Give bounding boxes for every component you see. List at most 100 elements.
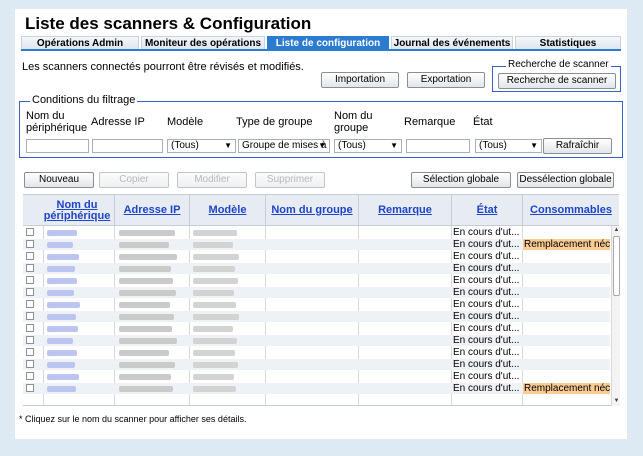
table-row[interactable]: En cours d'ut... xyxy=(23,371,610,382)
device-name-link[interactable] xyxy=(47,302,80,308)
table-row[interactable]: En cours d'ut... xyxy=(23,335,610,346)
device-name-link[interactable] xyxy=(47,290,74,296)
state-cell: En cours d'ut... xyxy=(453,371,520,382)
export-button[interactable]: Exportation xyxy=(407,72,485,88)
delete-button[interactable]: Supprimer xyxy=(255,172,325,188)
remark-input[interactable] xyxy=(406,139,470,153)
consumables-cell xyxy=(523,251,610,262)
column-header-state[interactable]: État xyxy=(452,195,522,226)
chevron-down-icon: ▼ xyxy=(530,141,538,150)
consumables-cell xyxy=(523,275,610,286)
table-row[interactable]: En cours d'ut... xyxy=(23,299,610,310)
row-checkbox[interactable] xyxy=(26,288,34,296)
model-cell xyxy=(193,374,234,380)
refresh-button[interactable]: Rafraîchir xyxy=(543,138,612,154)
row-checkbox[interactable] xyxy=(26,240,34,248)
row-checkbox[interactable] xyxy=(26,252,34,260)
row-checkbox[interactable] xyxy=(26,264,34,272)
state-select-value: (Tous) xyxy=(479,140,507,151)
device-name-link[interactable] xyxy=(47,266,75,272)
column-header-remark[interactable]: Remarque xyxy=(359,195,451,226)
table-row[interactable]: En cours d'ut... xyxy=(23,287,610,298)
state-select[interactable]: (Tous) ▼ xyxy=(475,139,542,153)
tab-event-log[interactable]: Journal des événements xyxy=(391,36,513,49)
device-name-link[interactable] xyxy=(47,374,79,380)
device-name-input[interactable] xyxy=(26,139,89,153)
tab-operations-monitor[interactable]: Moniteur des opérations xyxy=(141,36,265,49)
table-row[interactable]: En cours d'ut... xyxy=(23,347,610,358)
column-header-model[interactable]: Modèle xyxy=(190,195,265,226)
model-cell xyxy=(193,290,234,296)
scroll-down-icon[interactable]: ▼ xyxy=(612,397,621,406)
row-checkbox[interactable] xyxy=(26,312,34,320)
device-name-link[interactable] xyxy=(47,254,79,260)
table-row[interactable]: En cours d'ut... xyxy=(23,323,610,334)
scrollbar-thumb[interactable] xyxy=(613,236,620,296)
tab-configuration-list[interactable]: Liste de configuration xyxy=(267,36,389,49)
column-header-ip[interactable]: Adresse IP xyxy=(115,195,189,226)
ip-address-input[interactable] xyxy=(92,139,163,153)
row-checkbox[interactable] xyxy=(26,228,34,236)
row-checkbox[interactable] xyxy=(26,324,34,332)
filter-label-model: Modèle xyxy=(167,116,204,128)
import-button[interactable]: Importation xyxy=(321,72,399,88)
filter-label-state: État xyxy=(473,116,493,128)
row-checkbox[interactable] xyxy=(26,384,34,392)
table-row[interactable]: En cours d'ut... xyxy=(23,359,610,370)
column-header-group-name[interactable]: Nom du groupe xyxy=(266,195,358,226)
scroll-up-icon[interactable]: ▲ xyxy=(612,226,621,235)
search-scanner-button[interactable]: Recherche de scanner xyxy=(498,73,616,89)
group-type-select[interactable]: Groupe de mises à ▼ xyxy=(238,139,330,153)
row-checkbox[interactable] xyxy=(26,336,34,344)
column-header-device-name[interactable]: Nom du périphérique xyxy=(43,195,111,226)
tab-statistics[interactable]: Statistiques xyxy=(515,36,621,49)
ip-address-cell xyxy=(119,362,175,368)
tab-admin-operations[interactable]: Opérations Admin xyxy=(21,36,139,49)
model-cell xyxy=(193,242,233,248)
device-name-link[interactable] xyxy=(47,278,77,284)
consumables-cell xyxy=(523,347,610,358)
group-name-select[interactable]: (Tous) ▼ xyxy=(334,139,402,153)
copy-button[interactable]: Copier xyxy=(99,172,169,188)
row-checkbox[interactable] xyxy=(26,300,34,308)
table-scrollbar[interactable]: ▲ ▼ xyxy=(611,226,620,406)
device-name-link[interactable] xyxy=(47,386,76,392)
deselect-all-button[interactable]: Dessélection globale xyxy=(517,172,614,188)
model-cell xyxy=(193,326,233,332)
row-checkbox[interactable] xyxy=(26,372,34,380)
filter-label-group-name: Nom du groupe xyxy=(334,110,373,134)
row-checkbox[interactable] xyxy=(26,360,34,368)
table-row[interactable]: En cours d'ut... xyxy=(23,227,610,238)
column-header-consumables[interactable]: Consommables xyxy=(523,195,619,226)
ip-address-cell xyxy=(119,266,171,272)
row-checkbox[interactable] xyxy=(26,276,34,284)
device-name-link[interactable] xyxy=(47,242,73,248)
device-name-link[interactable] xyxy=(47,362,75,368)
state-cell: En cours d'ut... xyxy=(453,275,520,286)
table-body: En cours d'ut... En cours d'ut... Remplace… xyxy=(23,226,619,406)
table-row[interactable]: En cours d'ut... xyxy=(23,311,610,322)
table-row[interactable]: En cours d'ut... xyxy=(23,251,610,262)
device-name-link[interactable] xyxy=(47,314,76,320)
device-name-link[interactable] xyxy=(47,350,77,356)
model-select[interactable]: (Tous) ▼ xyxy=(167,139,236,153)
row-checkbox[interactable] xyxy=(26,348,34,356)
table-row[interactable]: En cours d'ut... xyxy=(23,275,610,286)
table-row[interactable]: En cours d'ut... xyxy=(23,263,610,274)
select-all-button[interactable]: Sélection globale xyxy=(411,172,511,188)
group-type-select-value: Groupe de mises à xyxy=(242,140,327,151)
table-row[interactable]: En cours d'ut... Remplacement néc... xyxy=(23,383,610,394)
device-name-link[interactable] xyxy=(47,326,78,332)
ip-address-cell xyxy=(119,314,174,320)
modify-button[interactable]: Modifier xyxy=(177,172,247,188)
table-header: Nom du périphérique Adresse IP Modèle No… xyxy=(23,194,619,226)
state-cell: En cours d'ut... xyxy=(453,263,520,274)
state-cell: En cours d'ut... xyxy=(453,239,520,250)
state-cell: En cours d'ut... xyxy=(453,383,520,394)
filter-legend: Conditions du filtrage xyxy=(30,94,138,106)
state-cell: En cours d'ut... xyxy=(453,359,520,370)
device-name-link[interactable] xyxy=(47,338,73,344)
table-row[interactable]: En cours d'ut... Remplacement néc... xyxy=(23,239,610,250)
new-button[interactable]: Nouveau xyxy=(24,172,94,188)
device-name-link[interactable] xyxy=(47,230,77,236)
